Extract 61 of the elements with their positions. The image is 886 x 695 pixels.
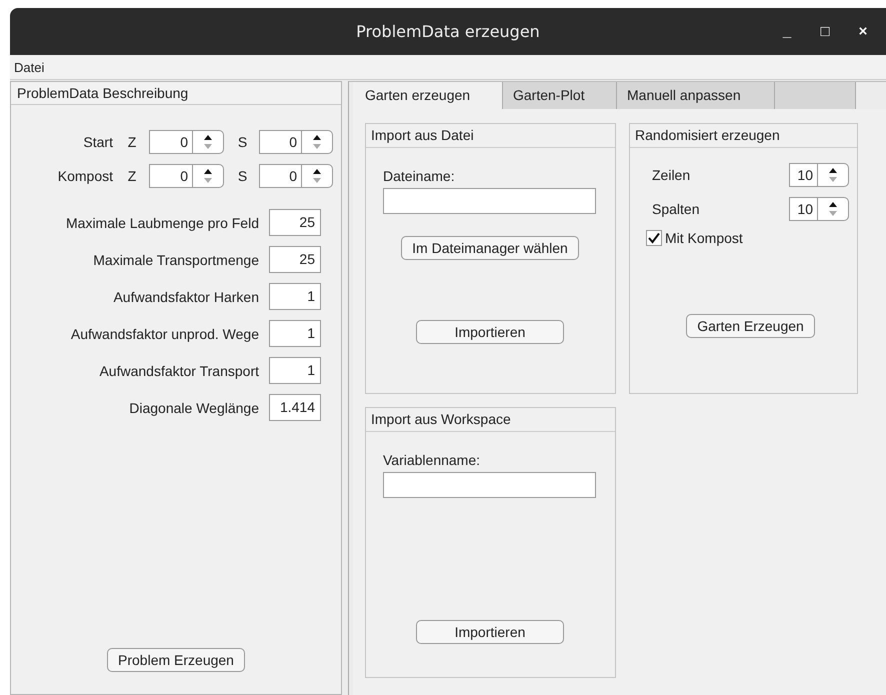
spinner-field[interactable]: 10 (789, 197, 849, 221)
panel-title: Import aus Workspace (366, 408, 615, 432)
tab[interactable]: Garten-Plot (503, 82, 617, 109)
down-arrow-icon (827, 210, 839, 217)
field-label: Spalten (652, 201, 700, 217)
down-arrow-icon (202, 143, 214, 150)
field-label: Aufwandsfaktor Transport (99, 362, 259, 378)
checkbox-label: Mit Kompost (665, 230, 743, 246)
minimize-button[interactable]: _ (768, 23, 806, 40)
text-field[interactable] (383, 188, 596, 214)
text-field[interactable] (383, 472, 596, 498)
browse-button[interactable]: Im Dateimanager wählen (401, 236, 579, 260)
checkbox[interactable] (646, 230, 662, 246)
generate-button[interactable]: Garten Erzeugen (686, 314, 815, 338)
field-label: Zeilen (652, 167, 690, 183)
down-arrow-icon (311, 143, 323, 150)
down-arrow-icon (827, 176, 839, 183)
number-field[interactable]: 25 (269, 246, 321, 273)
panel-title: Import aus Datei (366, 124, 615, 148)
window-title: ProblemData erzeugen (356, 22, 540, 41)
check-icon (647, 231, 661, 245)
import-button[interactable]: Importieren (416, 620, 564, 644)
field-label: Start (82, 134, 113, 150)
number-field[interactable]: 1 (269, 283, 321, 310)
panel-title: Randomisiert erzeugen (630, 124, 857, 148)
tab[interactable]: Garten erzeugen (353, 82, 503, 109)
spinner-field[interactable]: 10 (789, 163, 849, 187)
spinner-field[interactable]: 0 (259, 130, 333, 154)
number-field[interactable]: 1 (269, 320, 321, 347)
field-label: Maximale Laubmenge pro Feld (66, 214, 259, 230)
number-field[interactable]: 1.414 (269, 394, 321, 421)
up-arrow-icon[interactable] (827, 167, 839, 174)
field-label: S (236, 134, 248, 150)
down-arrow-icon (202, 177, 214, 184)
field-label: Diagonale Weglänge (129, 400, 259, 416)
field-label: Maximale Transportmenge (93, 252, 259, 268)
number-field[interactable]: 1 (269, 357, 321, 384)
up-arrow-icon[interactable] (202, 134, 214, 141)
down-arrow-icon (311, 177, 323, 184)
up-arrow-icon[interactable] (311, 168, 323, 175)
spinner-field[interactable]: 0 (149, 130, 224, 154)
field-label: Z (126, 168, 138, 184)
close-button[interactable]: × (844, 23, 882, 40)
up-arrow-icon[interactable] (202, 168, 214, 175)
maximize-button[interactable]: □ (806, 23, 844, 40)
field-label: Variablenname: (383, 452, 482, 468)
menu-item[interactable]: Datei (12, 60, 46, 74)
spinner-field[interactable]: 0 (259, 164, 333, 188)
number-field[interactable]: 25 (269, 209, 321, 236)
spinner-field[interactable]: 0 (149, 164, 224, 188)
field-label: Aufwandsfaktor unprod. Wege (70, 326, 259, 342)
field-label: Aufwandsfaktor Harken (113, 288, 259, 304)
problem-button[interactable]: Problem Erzeugen (107, 648, 245, 672)
field-label: S (236, 168, 248, 184)
tab[interactable]: Manuell anpassen (617, 82, 775, 109)
field-label: Dateiname: (383, 168, 456, 184)
up-arrow-icon[interactable] (311, 134, 323, 141)
field-label: Kompost (56, 168, 113, 184)
up-arrow-icon[interactable] (827, 201, 839, 208)
field-label: Z (126, 134, 138, 150)
import-button[interactable]: Importieren (416, 320, 564, 344)
